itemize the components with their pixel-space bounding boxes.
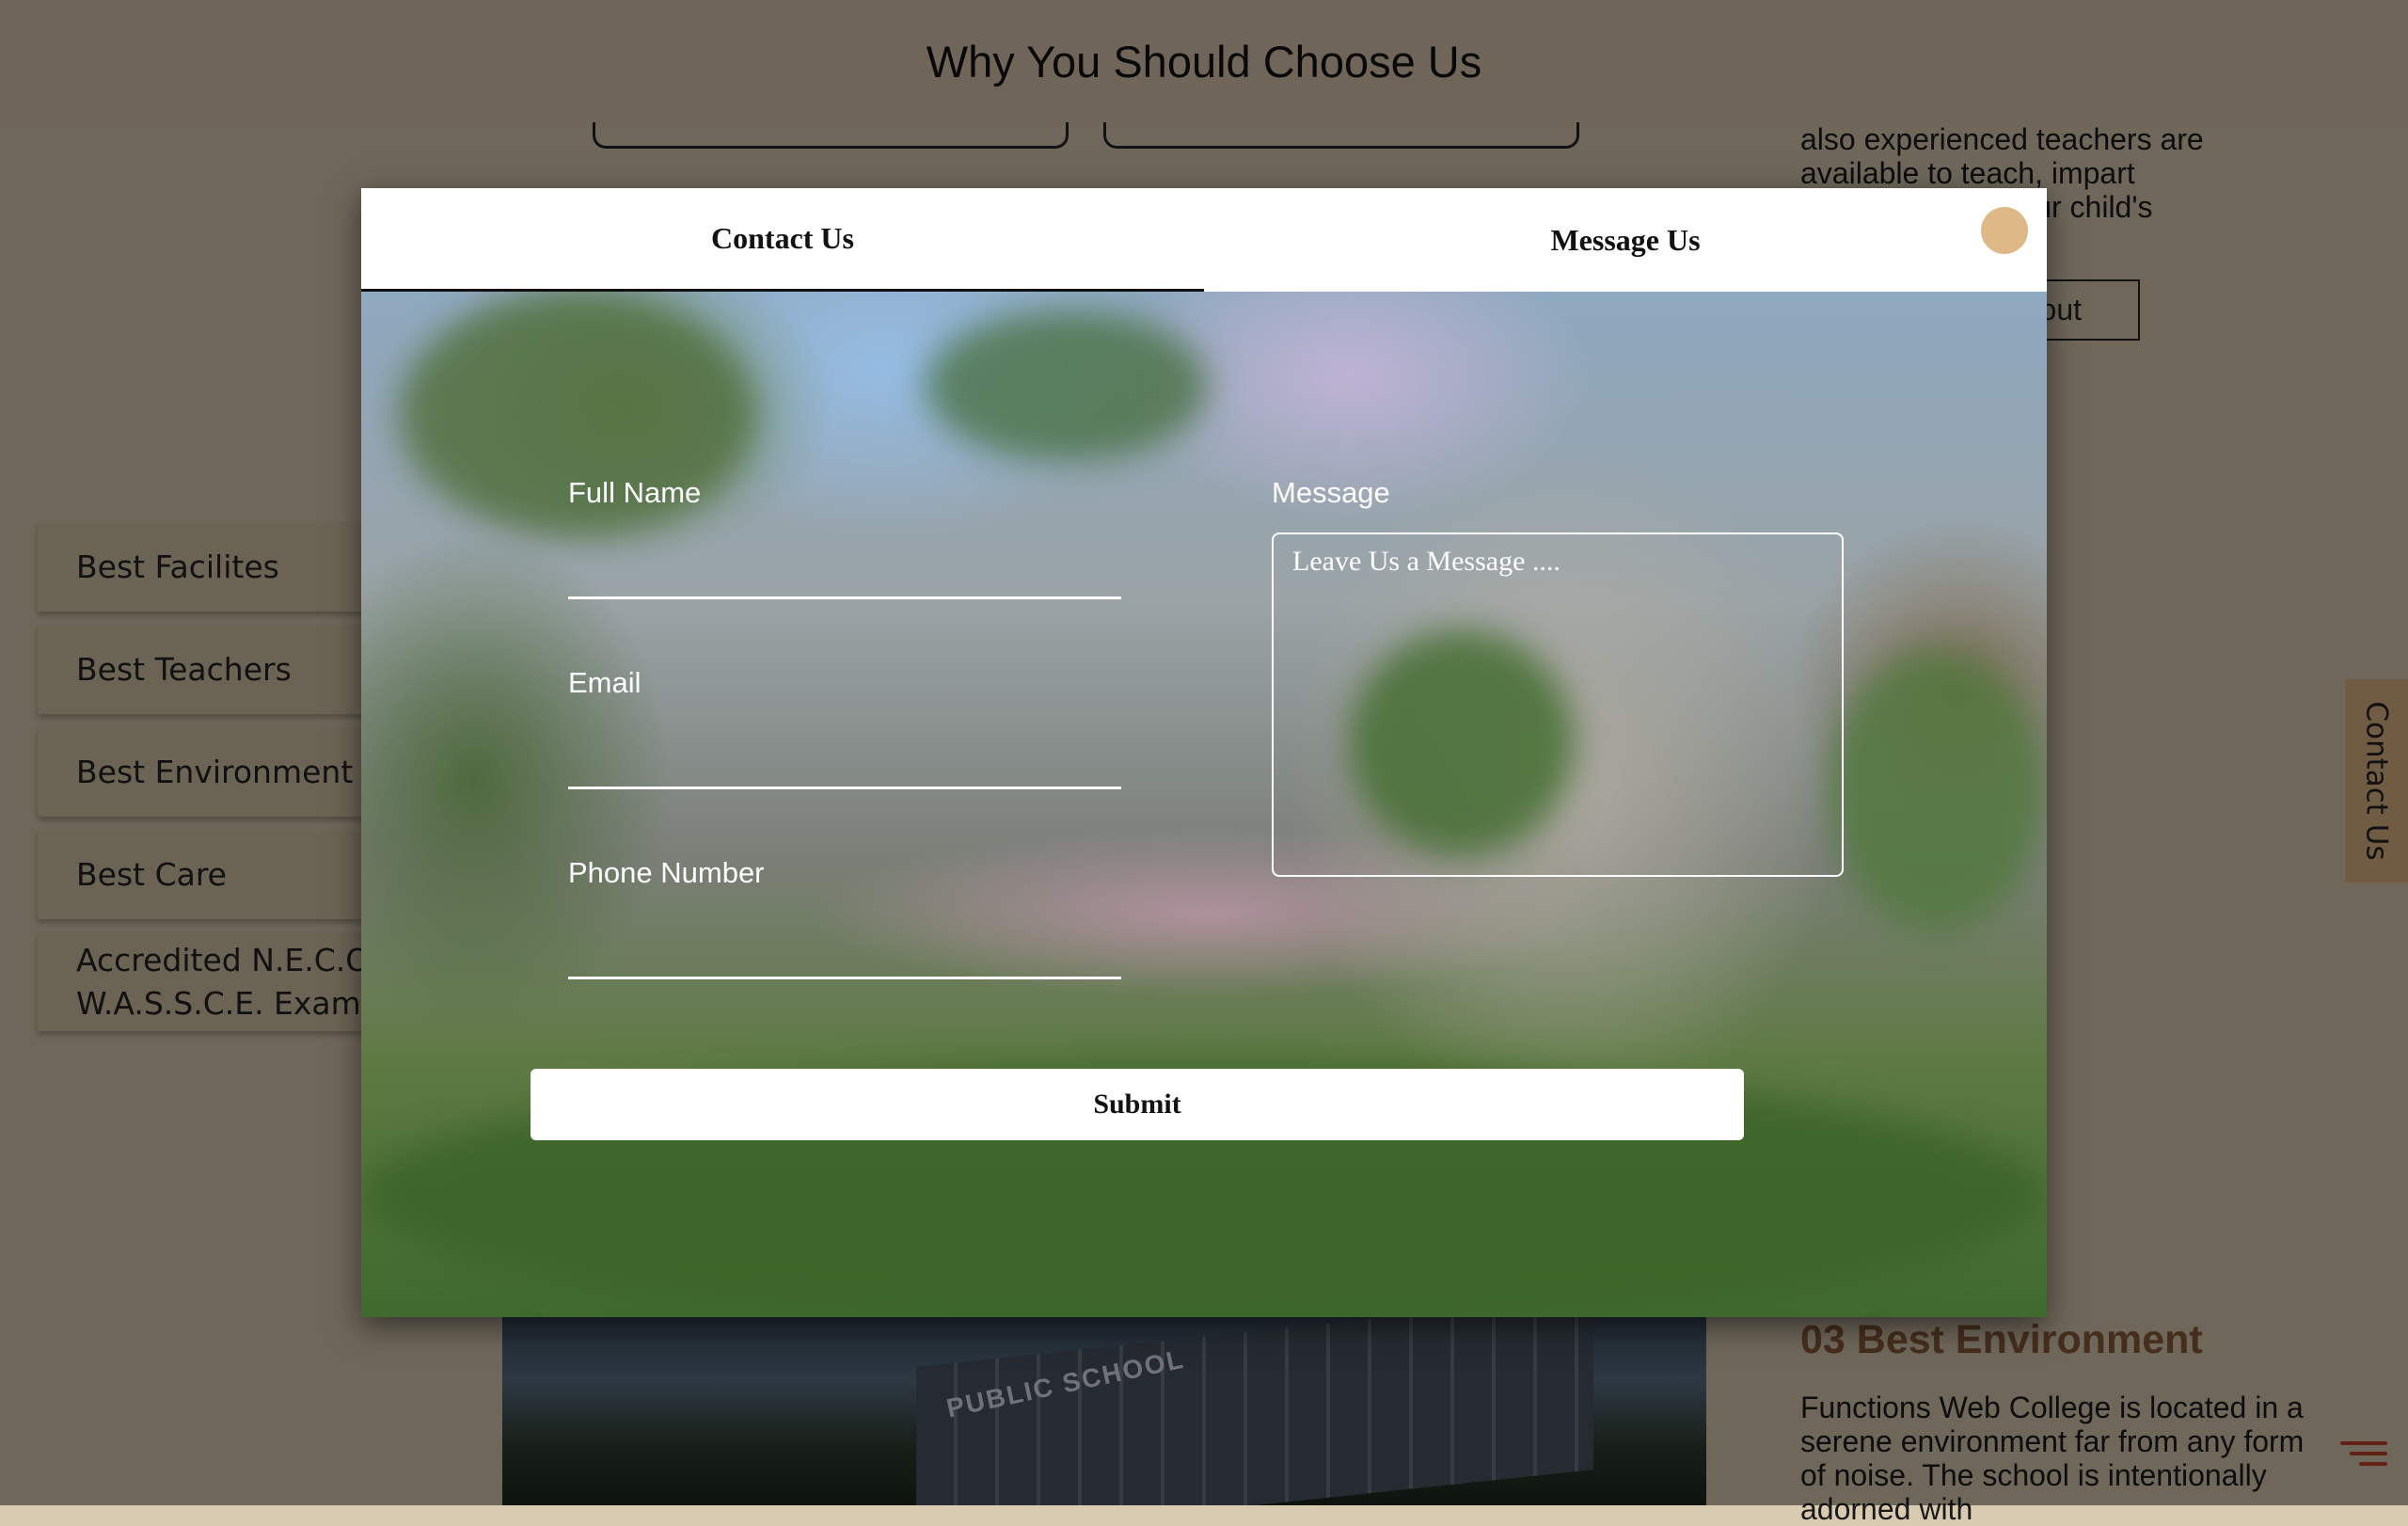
tab-label: Contact Us	[711, 221, 854, 255]
tab-contact-us[interactable]: Contact Us	[361, 188, 1204, 292]
background-blur-tree	[1829, 649, 2045, 931]
submit-button[interactable]: Submit	[531, 1069, 1744, 1140]
phone-input[interactable]	[568, 930, 1121, 979]
full-name-input[interactable]	[568, 549, 1121, 599]
tab-message-us[interactable]: Message Us	[1204, 188, 2047, 292]
modal-tabs: Contact Us Message Us	[361, 188, 2047, 292]
tab-label: Message Us	[1550, 222, 1701, 257]
full-name-label: Full Name	[568, 476, 702, 509]
background-blur-tree	[926, 310, 1208, 461]
close-icon[interactable]	[1981, 207, 2028, 254]
contact-modal: Contact Us Message Us Full Name Email Ph…	[361, 188, 2047, 1317]
modal-form-area: Full Name Email Phone Number Message Sub…	[361, 292, 2047, 1317]
message-label: Message	[1272, 476, 1390, 509]
email-input[interactable]	[568, 739, 1121, 789]
message-textarea[interactable]	[1272, 533, 1844, 877]
phone-label: Phone Number	[568, 856, 765, 889]
email-label: Email	[568, 666, 642, 699]
